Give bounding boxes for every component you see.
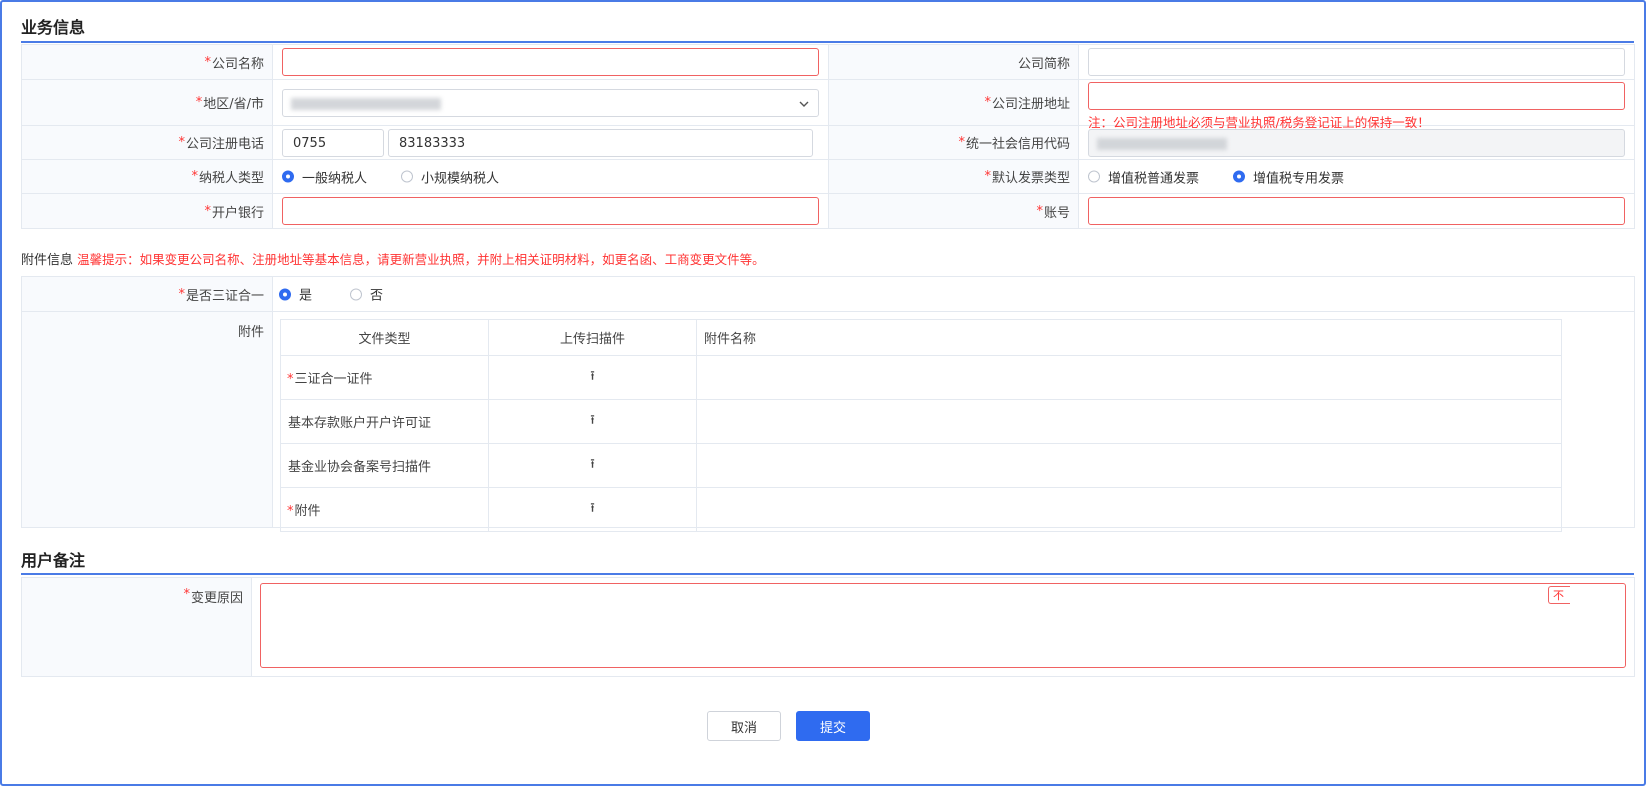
validation-tip-tag: 不 (1548, 586, 1570, 604)
table-row: *三证合一证件 ⭱ (280, 355, 1562, 400)
section-divider (21, 41, 1634, 43)
change-reason-label: * 变更原因 (22, 578, 252, 676)
file-type-cell: 基本存款账户开户许可证 (288, 416, 432, 431)
remark-section-title: 用户备注 (21, 551, 86, 570)
company-name-label: * 公司名称 (22, 45, 273, 79)
invoice-radio-normal[interactable]: 增值税普通发票 (1088, 167, 1199, 186)
radio-checked-icon (1233, 170, 1246, 183)
credit-code-label: * 统一社会信用代码 (829, 126, 1079, 159)
form-row: * 地区/省/市 * 公司注册地址 注：公司注册地址必须与营业执照/税务登记证上的保… (22, 80, 1635, 130)
radio-checked-icon (279, 288, 291, 300)
column-header-file-type: 文件类型 (280, 319, 489, 356)
form-row: * 是否三证合一 是 否 (22, 277, 1635, 312)
region-label: * 地区/省/市 (22, 80, 273, 125)
account-input[interactable] (1088, 197, 1625, 225)
taxpayer-radio-general[interactable]: 一般纳税人 (282, 167, 367, 186)
three-in-one-yes-radio[interactable]: 是 (279, 285, 312, 304)
company-name-input[interactable] (282, 48, 819, 76)
cancel-button[interactable]: 取消 (707, 711, 781, 741)
taxpayer-radio-small[interactable]: 小规模纳税人 (401, 167, 499, 186)
column-header-attach-name: 附件名称 (696, 319, 1562, 356)
table-row: 基本存款账户开户许可证 ⭱ (280, 399, 1562, 444)
attach-name-cell (696, 355, 1562, 400)
account-label: * 账号 (829, 194, 1079, 228)
attach-label: 附件 (22, 312, 273, 527)
file-type-cell: 三证合一证件 (294, 372, 373, 387)
reg-address-label: * 公司注册地址 (829, 80, 1079, 125)
form-row: * 开户银行 * 账号 (22, 194, 1635, 229)
business-section-title: 业务信息 (21, 18, 86, 37)
attachment-info-line: 附件信息 温馨提示：如果变更公司名称、注册地址等基本信息，请更新营业执照，并附上… (21, 249, 765, 268)
upload-icon[interactable]: ⭱ (488, 487, 697, 532)
taxpayer-label: * 纳税人类型 (22, 160, 273, 193)
change-reason-textarea[interactable] (260, 583, 1626, 668)
three-in-one-no-radio[interactable]: 否 (350, 285, 383, 304)
radio-checked-icon (282, 170, 294, 183)
table-row: 基金业协会备案号扫描件 ⭱ (280, 443, 1562, 488)
radio-unchecked-icon (350, 288, 363, 300)
table-header-row: 文件类型 上传扫描件 附件名称 (280, 319, 1562, 356)
section-divider (21, 573, 1634, 575)
file-type-cell: 附件 (294, 504, 321, 519)
form-row: * 公司注册电话 0755 83183333 * 统一社会信用代码 (22, 126, 1635, 160)
region-select[interactable] (282, 88, 819, 117)
form-row: 附件 文件类型 上传扫描件 附件名称 *三证合一证件 ⭱ 基本存款账户开户许可证… (22, 312, 1635, 532)
attachment-tip: 温馨提示：如果变更公司名称、注册地址等基本信息，请更新营业执照，并附上相关证明材… (77, 252, 765, 267)
radio-unchecked-icon (401, 170, 414, 183)
phone-number-input[interactable]: 83183333 (388, 128, 813, 157)
reg-address-input[interactable] (1088, 82, 1625, 110)
submit-button[interactable]: 提交 (796, 711, 870, 741)
form-row: * 公司名称 公司简称 (22, 45, 1635, 80)
blurred-region-value (291, 97, 441, 110)
credit-code-input[interactable] (1088, 128, 1625, 157)
upload-icon[interactable]: ⭱ (488, 355, 697, 400)
form-row: * 变更原因 (22, 578, 1635, 677)
bank-input[interactable] (282, 197, 819, 225)
company-short-label: 公司简称 (829, 45, 1079, 79)
file-type-cell: 基金业协会备案号扫描件 (288, 460, 432, 475)
blurred-credit-code (1097, 137, 1227, 150)
three-in-one-label: * 是否三证合一 (22, 277, 273, 311)
company-short-input[interactable] (1088, 48, 1625, 76)
form-row: * 纳税人类型 一般纳税人 小规模纳税人 * 默认发票类型 增值税普通发票 增值税专… (22, 160, 1635, 194)
attachment-section-label: 附件信息 (21, 253, 74, 268)
reg-phone-label: * 公司注册电话 (22, 126, 273, 159)
business-form: * 公司名称 公司简称 * 地区/省/市 * 公司注册地址 注：公司注册地址必须与营业… (21, 44, 1635, 229)
invoice-radio-special[interactable]: 增值税专用发票 (1233, 167, 1344, 186)
chevron-down-icon (799, 101, 809, 107)
upload-icon[interactable]: ⭱ (488, 399, 697, 444)
invoice-type-label: * 默认发票类型 (829, 160, 1079, 193)
attach-name-cell (696, 399, 1562, 444)
table-row: *附件 ⭱ (280, 487, 1562, 532)
column-header-upload: 上传扫描件 (488, 319, 697, 356)
attach-name-cell (696, 487, 1562, 532)
upload-icon[interactable]: ⭱ (488, 443, 697, 488)
phone-area-input[interactable]: 0755 (282, 128, 384, 157)
attach-name-cell (696, 443, 1562, 488)
attachment-form: * 是否三证合一 是 否 附件 文件类型 上传扫描件 附件名称 *三证合一证件 ⭱ (21, 276, 1635, 532)
bank-label: * 开户银行 (22, 194, 273, 228)
attachment-table: 文件类型 上传扫描件 附件名称 *三证合一证件 ⭱ 基本存款账户开户许可证 ⭱ … (280, 319, 1562, 532)
remark-form: * 变更原因 (21, 577, 1635, 677)
radio-unchecked-icon (1088, 170, 1100, 183)
